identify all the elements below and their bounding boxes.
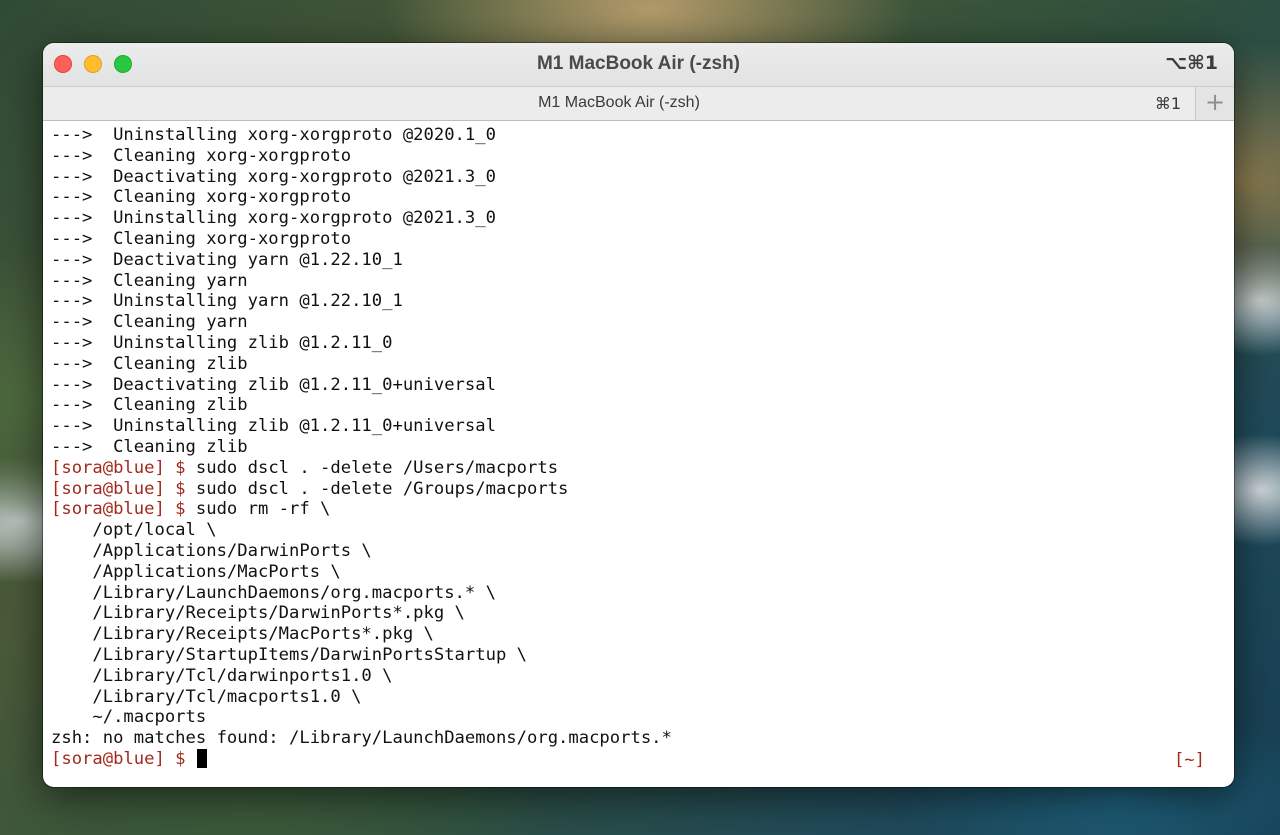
output-line: ---> Deactivating yarn @1.22.10_1 (51, 249, 403, 270)
output-line: ---> Cleaning xorg-xorgproto (51, 228, 352, 249)
output-line: ---> Deactivating xorg-xorgproto @2021.3… (51, 166, 496, 187)
tab-bar: M1 MacBook Air (-zsh) ⌘1 + (43, 86, 1234, 121)
command-text: sudo rm -rf \ (185, 499, 331, 520)
continuation-line: /Library/LaunchDaemons/org.macports.* \ (51, 582, 496, 603)
shell-prompt: [sora@blue] $ (51, 478, 186, 499)
active-prompt-line[interactable]: [sora@blue] $ (51, 748, 1234, 770)
output-line: ---> Cleaning zlib (51, 395, 248, 416)
continuation-line: /Applications/DarwinPorts \ (51, 540, 372, 561)
output-line: ---> Uninstalling zlib @1.2.11_0+univers… (51, 416, 496, 437)
window-title: M1 MacBook Air (-zsh) (536, 53, 741, 74)
continuation-line: /Library/Tcl/macports1.0 \ (51, 686, 362, 707)
continuation-line: /Applications/MacPorts \ (51, 561, 341, 582)
title-bar[interactable]: M1 MacBook Air (-zsh) ⌥⌘1 (43, 43, 1234, 86)
continuation-line: /Library/StartupItems/DarwinPortsStartup… (51, 644, 527, 665)
tab-active[interactable]: M1 MacBook Air (-zsh) ⌘1 (43, 87, 1196, 120)
new-tab-button[interactable]: + (1196, 87, 1234, 120)
tab-shortcut: ⌘1 (1154, 94, 1181, 113)
continuation-line: /Library/Receipts/MacPorts*.pkg \ (51, 624, 434, 645)
output-line: ---> Uninstalling yarn @1.22.10_1 (51, 291, 403, 312)
command-line: [sora@blue] $ sudo dscl . -delete /Users… (51, 458, 1234, 479)
command-text: sudo dscl . -delete /Groups/macports (185, 478, 569, 499)
output-line: ---> Uninstalling zlib @1.2.11_0 (51, 332, 393, 353)
output-line: ---> Cleaning zlib (51, 436, 248, 457)
output-line: ---> Deactivating zlib @1.2.11_0+univers… (51, 374, 496, 395)
window-shortcut: ⌥⌘1 (1165, 52, 1218, 74)
continuation-line: /Library/Receipts/DarwinPorts*.pkg \ (51, 603, 465, 624)
output-line: ---> Cleaning yarn (51, 270, 248, 291)
output-line: ---> Cleaning xorg-xorgproto (51, 187, 352, 208)
text-cursor (196, 748, 207, 768)
command-line: [sora@blue] $ sudo dscl . -delete /Group… (51, 479, 1234, 500)
output-line: ---> Cleaning zlib (51, 353, 248, 374)
output-line: ---> Cleaning yarn (51, 312, 248, 333)
shell-prompt: [sora@blue] $ (51, 748, 186, 769)
terminal-output[interactable]: ---> Uninstalling xorg-xorgproto @2020.1… (43, 122, 1234, 787)
error-line: zsh: no matches found: /Library/LaunchDa… (51, 728, 672, 749)
shell-prompt: [sora@blue] $ (51, 499, 186, 520)
continuation-line: ~/.macports (51, 707, 207, 728)
terminal-window: M1 MacBook Air (-zsh) ⌥⌘1 M1 MacBook Air… (43, 43, 1234, 787)
command-line: [sora@blue] $ sudo rm -rf \ (51, 499, 1234, 520)
tab-title: M1 MacBook Air (-zsh) (538, 94, 700, 111)
output-line: ---> Cleaning xorg-xorgproto (51, 145, 352, 166)
command-text: sudo dscl . -delete /Users/macports (185, 457, 559, 478)
continuation-line: /Library/Tcl/darwinports1.0 \ (51, 665, 393, 686)
shell-prompt: [sora@blue] $ (51, 457, 186, 478)
output-line: ---> Uninstalling xorg-xorgproto @2021.3… (51, 208, 496, 229)
output-line: ---> Uninstalling xorg-xorgproto @2020.1… (51, 125, 496, 145)
continuation-line: /opt/local \ (51, 520, 217, 541)
right-prompt: [~] (1173, 750, 1205, 770)
